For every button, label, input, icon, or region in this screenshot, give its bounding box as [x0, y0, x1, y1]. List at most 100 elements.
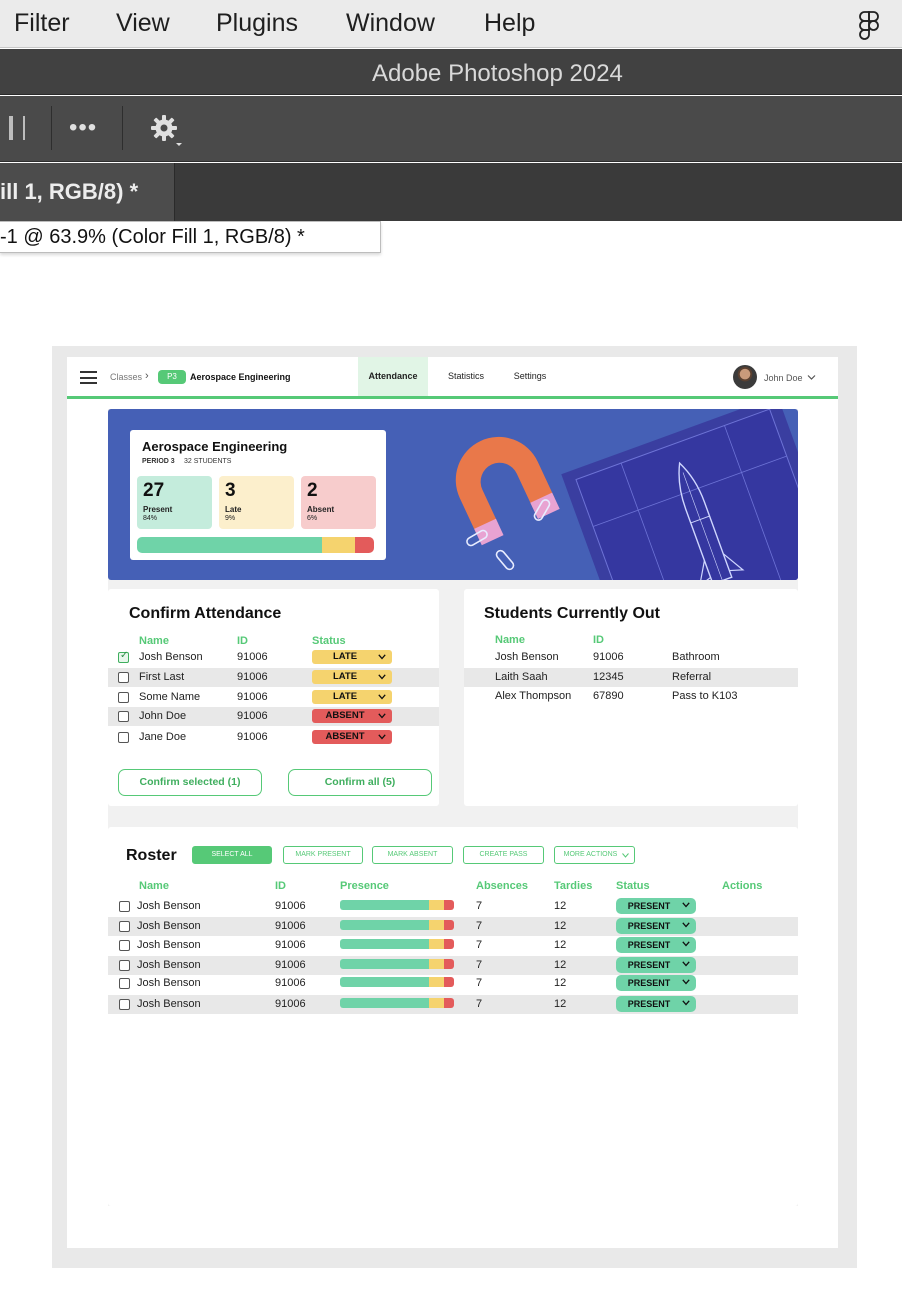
presence-absent-segment — [443, 939, 454, 949]
create-pass-button[interactable]: CREATE PASS — [463, 846, 544, 864]
more-options-icon[interactable]: ••• — [69, 114, 97, 142]
col-header-actions: Actions — [722, 880, 763, 892]
chevron-down-icon — [682, 1000, 690, 1006]
summary-period: PERIOD 3 — [142, 458, 175, 465]
row-checkbox[interactable] — [119, 901, 130, 912]
period-badge: P3 — [158, 370, 186, 384]
status-dropdown[interactable]: LATE — [312, 670, 392, 684]
avatar[interactable] — [733, 365, 757, 389]
row-id: 91006 — [275, 959, 306, 971]
stat-present-count: 27 — [143, 480, 165, 501]
table-row: Alex Thompson 67890 Pass to K103 — [464, 687, 798, 706]
more-actions-button[interactable]: MORE ACTIONS — [554, 846, 635, 864]
status-dropdown[interactable]: LATE — [312, 690, 392, 704]
presence-absent-segment — [443, 998, 454, 1008]
presence-present-segment — [340, 920, 429, 930]
table-row: John Doe 91006 ABSENT — [108, 707, 439, 726]
row-name: Josh Benson — [495, 651, 559, 663]
presence-absent-segment — [443, 977, 454, 987]
menu-help[interactable]: Help — [484, 9, 535, 38]
user-name[interactable]: John Doe — [764, 373, 803, 383]
row-tardies: 12 — [554, 959, 567, 971]
col-header-status: Status — [616, 880, 650, 892]
chevron-down-icon — [378, 734, 386, 740]
roster-card: Roster SELECT ALL MARK PRESENT MARK ABSE… — [108, 827, 798, 1206]
progress-late-segment — [321, 537, 356, 553]
status-dropdown[interactable]: PRESENT — [616, 937, 696, 953]
status-dropdown[interactable]: PRESENT — [616, 898, 696, 914]
chevron-down-icon — [378, 694, 386, 700]
row-name: Laith Saah — [495, 671, 548, 683]
row-checkbox[interactable] — [118, 692, 129, 703]
presence-absent-segment — [443, 900, 454, 910]
col-header-name: Name — [495, 634, 525, 646]
row-id: 91006 — [237, 671, 268, 683]
students-out-card: Students Currently Out Name ID Josh Bens… — [464, 589, 798, 806]
row-checkbox[interactable] — [118, 711, 129, 722]
chevron-down-icon — [378, 674, 386, 680]
menu-view[interactable]: View — [116, 9, 170, 38]
tab-attendance[interactable]: Attendance — [358, 357, 428, 396]
presence-late-segment — [428, 920, 444, 930]
tab-settings[interactable]: Settings — [504, 357, 556, 396]
tab-statistics[interactable]: Statistics — [438, 357, 494, 396]
row-absences: 7 — [476, 959, 483, 971]
figma-icon[interactable] — [858, 10, 880, 40]
app-nav-bar: Classes › P3 Aerospace Engineering Atten… — [67, 357, 838, 399]
status-dropdown[interactable]: LATE — [312, 650, 392, 664]
row-name: Josh Benson — [137, 977, 201, 989]
col-header-presence: Presence — [340, 880, 389, 892]
row-name: Josh Benson — [139, 651, 203, 663]
status-dropdown[interactable]: PRESENT — [616, 918, 696, 934]
row-name: Josh Benson — [137, 939, 201, 951]
stat-late-pct: 9% — [225, 515, 236, 522]
row-id: 91006 — [275, 977, 306, 989]
distribute-icon[interactable] — [6, 114, 30, 142]
status-label: PRESENT — [627, 901, 671, 911]
status-dropdown[interactable]: PRESENT — [616, 996, 696, 1012]
row-checkbox[interactable] — [119, 999, 130, 1010]
breadcrumb-classes[interactable]: Classes — [110, 372, 142, 382]
row-checkbox[interactable] — [118, 650, 129, 663]
app-title-bar: Adobe Photoshop 2024 — [0, 49, 902, 95]
chevron-down-icon — [682, 922, 690, 928]
table-row: Josh Benson 91006 7 12 PRESENT — [108, 936, 798, 955]
chevron-down-icon[interactable] — [807, 373, 816, 382]
table-row: Josh Benson 91006 7 12 PRESENT — [108, 995, 798, 1014]
menu-window[interactable]: Window — [346, 9, 435, 38]
confirm-selected-button[interactable]: Confirm selected (1) — [118, 769, 262, 796]
status-dropdown[interactable]: ABSENT — [312, 730, 392, 744]
row-checkbox[interactable] — [119, 940, 130, 951]
status-label: PRESENT — [627, 940, 671, 950]
stat-absent-count: 2 — [307, 480, 318, 501]
status-dropdown[interactable]: ABSENT — [312, 709, 392, 723]
presence-late-segment — [428, 998, 444, 1008]
row-checkbox[interactable] — [119, 978, 130, 989]
confirm-all-button[interactable]: Confirm all (5) — [288, 769, 432, 796]
row-checkbox[interactable] — [118, 672, 129, 683]
status-dropdown[interactable]: PRESENT — [616, 975, 696, 991]
canvas[interactable]: Classes › P3 Aerospace Engineering Atten… — [52, 346, 857, 1268]
mark-present-button[interactable]: MARK PRESENT — [283, 846, 363, 864]
presence-absent-segment — [443, 920, 454, 930]
row-checkbox[interactable] — [119, 960, 130, 971]
status-label: LATE — [332, 691, 358, 702]
presence-present-segment — [340, 959, 429, 969]
hamburger-menu-icon[interactable] — [80, 371, 97, 384]
menu-plugins[interactable]: Plugins — [216, 9, 298, 38]
presence-bar — [340, 920, 454, 930]
document-tab[interactable]: ill 1, RGB/8) * — [0, 163, 175, 221]
select-all-button[interactable]: SELECT ALL — [192, 846, 272, 864]
status-dropdown[interactable]: PRESENT — [616, 957, 696, 973]
row-name: Jane Doe — [139, 731, 187, 743]
row-checkbox[interactable] — [118, 732, 129, 743]
row-id: 91006 — [237, 651, 268, 663]
row-tardies: 12 — [554, 920, 567, 932]
stat-late-count: 3 — [225, 480, 236, 501]
status-label: ABSENT — [325, 731, 365, 742]
mark-absent-button[interactable]: MARK ABSENT — [372, 846, 453, 864]
row-checkbox[interactable] — [119, 921, 130, 932]
gear-icon[interactable] — [150, 114, 184, 148]
menu-filter[interactable]: Filter — [14, 9, 70, 38]
row-id: 91006 — [275, 998, 306, 1010]
